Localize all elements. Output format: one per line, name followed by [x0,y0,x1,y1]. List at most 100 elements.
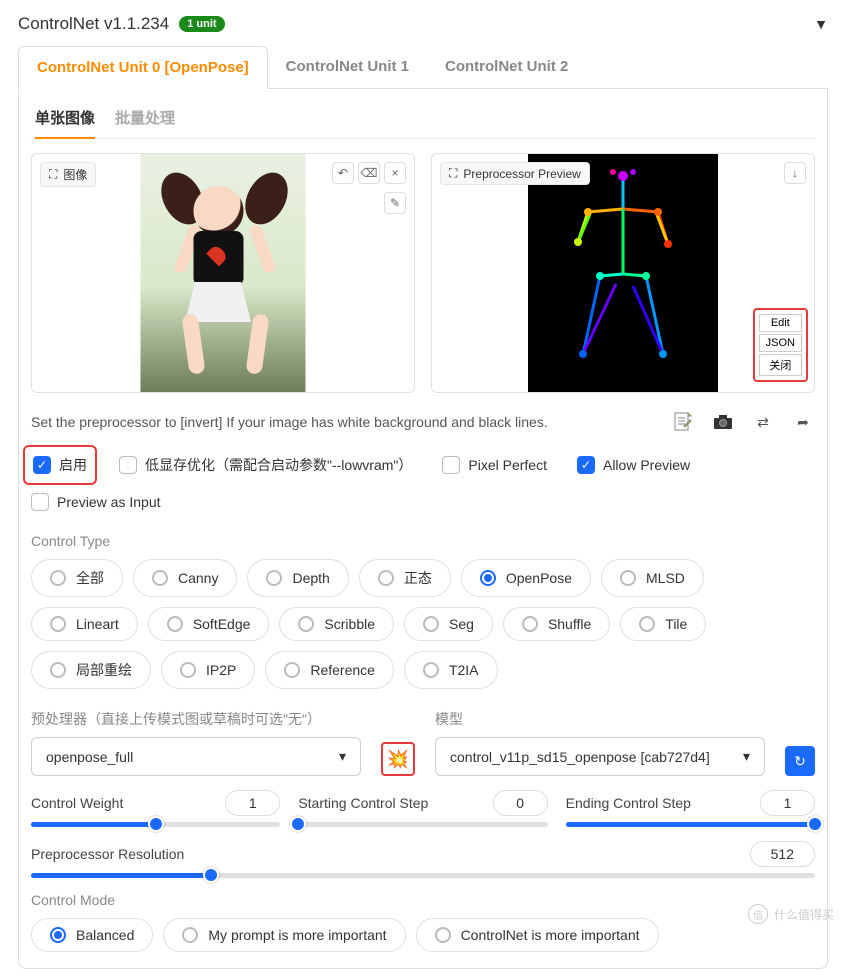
checkbox-icon [442,456,460,474]
refresh-icon: ↻ [794,753,806,770]
radio-icon [298,616,314,632]
tab-single-image[interactable]: 单张图像 [35,107,95,139]
preprocessor-dropdown[interactable]: openpose_full ▾ [31,737,361,776]
source-image-panel[interactable]: ⛶图像 ↶ ⌫ × ✎ [31,153,415,393]
control-mode-options: Balanced My prompt is more important Contr… [31,918,815,956]
openpose-preview [528,154,718,393]
unit-tabs: ControlNet Unit 0 [OpenPose] ControlNet … [18,46,828,89]
resolution-value[interactable]: 512 [750,841,815,867]
control-type-正态[interactable]: 正态 [359,559,451,597]
end-step-slider: Ending Control Step 1 [566,790,815,827]
control-type-lineart[interactable]: Lineart [31,607,138,641]
preview-label: ⛶Preprocessor Preview [440,162,590,185]
preprocessor-label: 预处理器（直接上传模式图或草稿时可选"无"） [31,709,361,729]
source-image [141,154,306,393]
control-type-scribble[interactable]: Scribble [279,607,394,641]
tab-unit-0[interactable]: ControlNet Unit 0 [OpenPose] [18,46,268,89]
end-step-value[interactable]: 1 [760,790,815,816]
source-image-label: ⛶图像 [40,162,96,187]
preview-image-panel: ⛶Preprocessor Preview ↓ [431,153,815,393]
slider-track[interactable] [31,873,815,878]
tab-unit-2[interactable]: ControlNet Unit 2 [427,46,586,88]
slider-track[interactable] [298,822,547,827]
lowvram-checkbox[interactable]: 低显存优化（需配合启动参数"--lowvram"） [119,455,412,475]
control-type-depth[interactable]: Depth [247,559,348,597]
radio-icon [50,570,66,586]
enable-checkbox[interactable]: ✓ 启用 [23,445,97,485]
erase-icon[interactable]: ⌫ [358,162,380,184]
model-dropdown[interactable]: control_v11p_sd15_openpose [cab727d4] ▾ [435,737,765,776]
undo-icon[interactable]: ↶ [332,162,354,184]
send-icon[interactable]: ➦ [791,411,815,433]
preview-as-input-checkbox[interactable]: Preview as Input [31,493,161,511]
control-type-seg[interactable]: Seg [404,607,493,641]
start-step-slider: Starting Control Step 0 [298,790,547,827]
radio-icon [423,616,439,632]
control-type-t2ia[interactable]: T2IA [404,651,498,689]
panel-title: ControlNet v1.1.234 [18,14,169,34]
control-type-openpose[interactable]: OpenPose [461,559,591,597]
control-type-ip2p[interactable]: IP2P [161,651,255,689]
radio-icon [435,927,451,943]
control-type-canny[interactable]: Canny [133,559,237,597]
run-preprocessor-button[interactable]: 💥 [381,742,415,776]
model-label: 模型 [435,709,765,729]
control-weight-slider: Control Weight 1 [31,790,280,827]
pixel-perfect-checkbox[interactable]: Pixel Perfect [442,456,547,474]
control-mode-option[interactable]: ControlNet is more important [416,918,659,952]
panel-header: ControlNet v1.1.234 1 unit ▼ [18,8,828,40]
radio-icon [284,662,300,678]
options-row-1: ✓ 启用 低显存优化（需配合启动参数"--lowvram"） Pixel Per… [31,445,815,485]
control-type-softedge[interactable]: SoftEdge [148,607,270,641]
control-mode-option[interactable]: Balanced [31,918,153,952]
control-type-options: 全部 Canny Depth 正态 OpenPose MLSD Lineart SoftEdg… [31,559,815,693]
radio-icon [180,662,196,678]
json-button[interactable]: JSON [759,334,802,352]
allow-preview-checkbox[interactable]: ✓ Allow Preview [577,456,690,474]
radio-icon [152,570,168,586]
edit-button[interactable]: Edit [759,314,802,332]
radio-icon [522,616,538,632]
control-mode-option[interactable]: My prompt is more important [163,918,405,952]
radio-icon [480,570,496,586]
close-icon[interactable]: × [384,162,406,184]
pencil-icon[interactable]: ✎ [384,192,406,214]
radio-icon [167,616,183,632]
swap-icon[interactable]: ⇄ [751,411,775,433]
control-type-全部[interactable]: 全部 [31,559,123,597]
radio-icon [620,570,636,586]
camera-icon[interactable] [711,411,735,433]
control-type-mlsd[interactable]: MLSD [601,559,704,597]
resolution-slider: Preprocessor Resolution 512 [31,841,815,878]
radio-icon [182,927,198,943]
radio-icon [50,927,66,943]
doc-icon[interactable] [671,411,695,433]
chevron-down-icon: ▾ [339,748,346,765]
radio-icon [378,570,394,586]
control-type-label: Control Type [31,533,815,549]
radio-icon [50,616,66,632]
control-type-shuffle[interactable]: Shuffle [503,607,610,641]
control-type-reference[interactable]: Reference [265,651,394,689]
radio-icon [639,616,655,632]
control-mode-label: Control Mode [31,892,815,908]
watermark: 值 什么值得买 [748,904,834,924]
unit-panel: 单张图像 批量处理 ⛶图像 ↶ ⌫ × ✎ [18,89,828,969]
refresh-button[interactable]: ↻ [785,746,815,776]
preview-edit-buttons: Edit JSON 关闭 [753,308,808,382]
start-step-value[interactable]: 0 [493,790,548,816]
control-type-tile[interactable]: Tile [620,607,706,641]
control-type-局部重绘[interactable]: 局部重绘 [31,651,151,689]
checkbox-icon [31,493,49,511]
slider-track[interactable] [31,822,280,827]
collapse-caret-icon[interactable]: ▼ [814,16,828,32]
tab-unit-1[interactable]: ControlNet Unit 1 [268,46,427,88]
tab-batch[interactable]: 批量处理 [115,107,175,128]
close-button[interactable]: 关闭 [759,354,802,376]
slider-track[interactable] [566,822,815,827]
control-weight-value[interactable]: 1 [225,790,280,816]
download-icon[interactable]: ↓ [784,162,806,184]
hint-row: Set the preprocessor to [invert] If your… [31,403,815,445]
options-row-2: Preview as Input [31,485,815,519]
chevron-down-icon: ▾ [743,748,750,765]
